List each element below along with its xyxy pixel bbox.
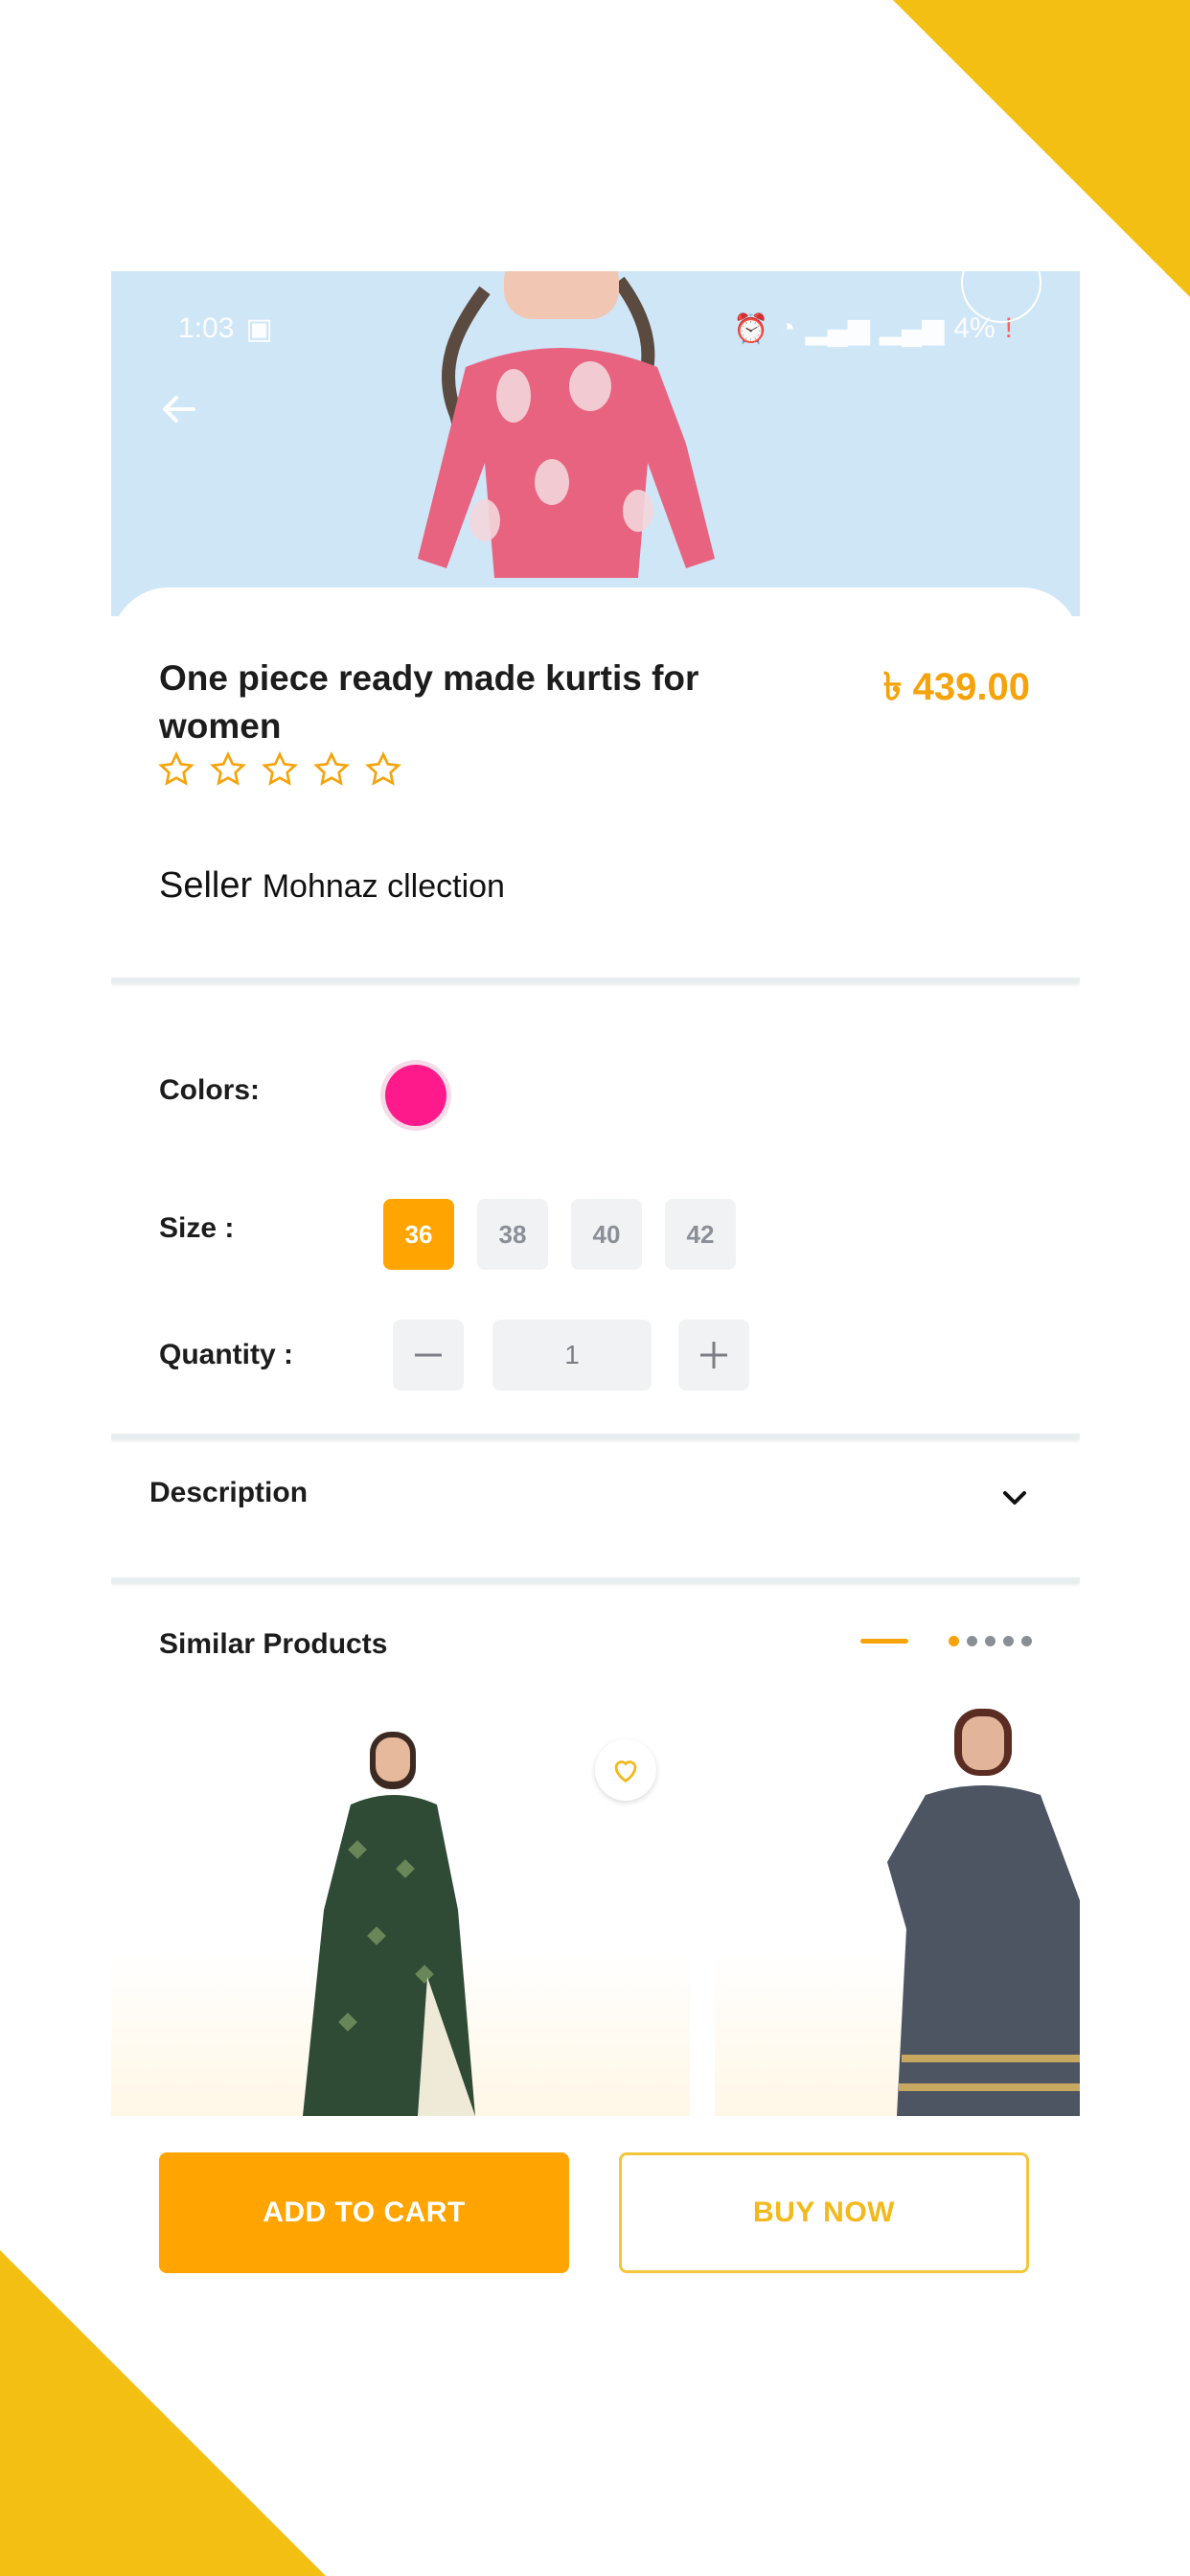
add-to-cart-button[interactable]: ADD TO CART [159,2152,569,2273]
size-label: Size : [159,1212,235,1244]
pager-dot[interactable] [985,1636,995,1646]
size-option[interactable]: 36 [383,1199,454,1270]
similar-pager [860,1636,1032,1646]
description-toggle[interactable]: Description [149,1477,308,1509]
quantity-decrease-button[interactable] [393,1320,464,1391]
quantity-label: Quantity : [159,1339,293,1370]
star-icon[interactable] [364,750,402,789]
product-price: ৳ 439.00 [882,666,1030,708]
product-image [887,1709,1080,2116]
star-icon[interactable] [312,750,351,789]
quantity-increase-button[interactable] [678,1320,749,1391]
status-bar: 1:03 ▣ ⏰ ◔ ▂▄▆ ▂▄▆ 4% ! [178,310,1013,348]
colors-label: Colors: [159,1074,260,1106]
pager-dot[interactable] [967,1636,977,1646]
similar-product-card[interactable] [715,1709,1080,2116]
divider [111,1577,1080,1583]
quantity-value[interactable]: 1 [492,1320,652,1391]
rating-stars[interactable] [157,750,402,789]
similar-products-heading: Similar Products [159,1628,388,1660]
divider [111,978,1080,983]
wishlist-heart-button[interactable] [595,1739,656,1801]
seller-info: Seller Mohnaz cllection [159,865,505,907]
star-icon[interactable] [209,750,247,789]
size-option[interactable]: 42 [665,1199,736,1270]
heart-icon [614,1760,637,1783]
pager-dash [860,1639,908,1644]
signal-icon-2: ▂▄▆ [879,312,945,345]
seller-label: Seller [159,865,253,906]
minus-icon [415,1353,442,1357]
divider [111,1434,1080,1439]
product-hero-image: 1:03 ▣ ⏰ ◔ ▂▄▆ ▂▄▆ 4% ! [111,271,1080,616]
size-option[interactable]: 40 [571,1199,642,1270]
pager-dot[interactable] [1003,1636,1014,1646]
chevron-down-icon[interactable] [997,1481,1032,1515]
product-info-card: One piece ready made kurtis for women ৳ … [111,587,1080,980]
bottom-action-bar: ADD TO CART BUY NOW [111,2116,1080,2298]
decor-triangle-top [893,0,1190,297]
color-swatch[interactable] [385,1065,446,1126]
product-title: One piece ready made kurtis for women [159,658,699,746]
buy-now-button[interactable]: BUY NOW [619,2152,1029,2273]
star-icon[interactable] [157,750,195,789]
signal-icon: ▂▄▆ [805,312,870,345]
back-arrow-icon[interactable] [155,386,201,432]
status-time: 1:03 [178,312,235,344]
seller-name[interactable]: Mohnaz cllection [263,868,505,905]
wifi-icon: ◔ [778,312,796,344]
star-icon[interactable] [261,750,299,789]
phone-screen: 1:03 ▣ ⏰ ◔ ▂▄▆ ▂▄▆ 4% ! One piece ready … [111,271,1080,2116]
plus-icon [700,1342,727,1368]
size-option[interactable]: 38 [477,1199,548,1270]
alarm-icon: ⏰ [733,312,769,345]
gallery-icon: ▣ [245,312,273,345]
pager-dot[interactable] [949,1636,959,1646]
decor-triangle-bottom [0,2250,326,2576]
pager-dot[interactable] [1021,1636,1032,1646]
